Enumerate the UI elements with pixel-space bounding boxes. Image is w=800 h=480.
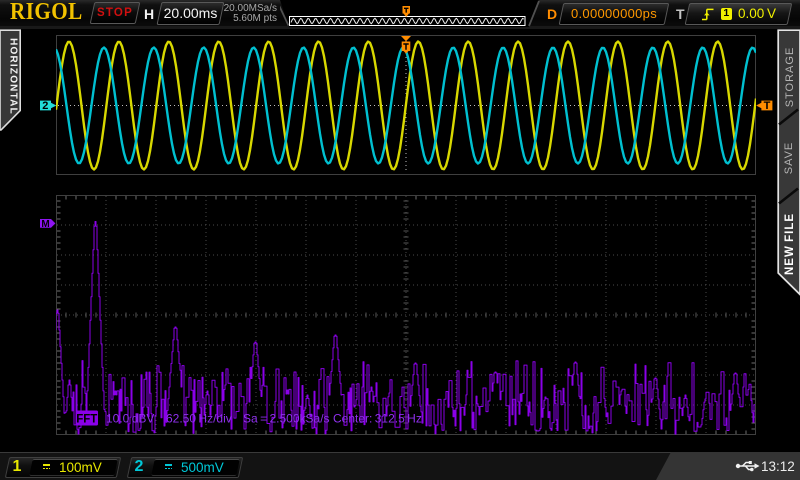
- svg-text:M: M: [41, 219, 49, 230]
- svg-text:FFT: FFT: [76, 413, 97, 425]
- svg-text:T: T: [764, 100, 771, 112]
- svg-text:62.50 Hz/div: 62.50 Hz/div: [166, 412, 232, 426]
- svg-text:2: 2: [42, 100, 48, 112]
- svg-text:10.0 dBV: 10.0 dBV: [106, 412, 154, 426]
- svg-text:Sa = 2.500kSa/s: Sa = 2.500kSa/s: [243, 412, 330, 426]
- svg-text:Center: 312.5 Hz: Center: 312.5 Hz: [333, 412, 422, 426]
